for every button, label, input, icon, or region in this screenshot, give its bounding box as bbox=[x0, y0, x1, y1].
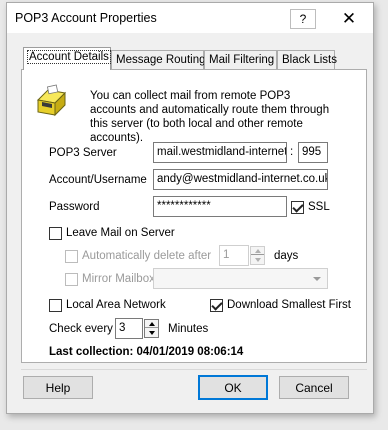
tab-message-routing[interactable]: Message Routing bbox=[111, 50, 206, 70]
lan-label: Local Area Network bbox=[66, 299, 166, 311]
help-title-button[interactable]: ? bbox=[290, 9, 316, 29]
check-every-spinner[interactable] bbox=[144, 319, 159, 338]
mirror-mailbox-select[interactable] bbox=[153, 268, 328, 289]
password-input[interactable]: ************ bbox=[153, 196, 287, 217]
ssl-label: SSL bbox=[308, 201, 330, 213]
account-username-input[interactable]: andy@westmidland-internet.co.uk bbox=[153, 169, 328, 190]
tab-label: Account Details bbox=[27, 50, 111, 64]
days-label: days bbox=[274, 250, 299, 262]
password-label: Password bbox=[49, 201, 100, 213]
ssl-checkbox[interactable] bbox=[291, 201, 304, 214]
spin-down-icon[interactable] bbox=[251, 256, 264, 264]
mirror-mailbox-label: Mirror Mailbox bbox=[82, 273, 155, 285]
leave-mail-checkbox[interactable] bbox=[49, 227, 62, 240]
last-collection-text: Last collection: 04/01/2019 08:06:14 bbox=[49, 346, 244, 358]
auto-delete-spinner[interactable] bbox=[250, 246, 265, 265]
account-username-label: Account/Username bbox=[49, 174, 147, 186]
help-button[interactable]: Help bbox=[23, 376, 93, 399]
account-details-panel: You can collect mail from remote POP3 ac… bbox=[21, 69, 367, 363]
spin-up-icon[interactable] bbox=[145, 320, 158, 328]
tab-label: Black Lists bbox=[282, 54, 337, 66]
ok-button[interactable]: OK bbox=[198, 375, 268, 400]
check-every-input[interactable]: 3 bbox=[115, 318, 143, 339]
tab-black-lists[interactable]: Black Lists bbox=[277, 50, 337, 70]
port-separator: : bbox=[290, 146, 294, 158]
pop3-properties-dialog: POP3 Account Properties ? ✕ Account Deta… bbox=[6, 2, 374, 414]
auto-delete-checkbox[interactable] bbox=[65, 250, 78, 263]
auto-delete-days-input[interactable]: 1 bbox=[219, 245, 249, 266]
check-every-label: Check every bbox=[49, 323, 113, 335]
mailbox-icon bbox=[34, 84, 68, 121]
tab-mail-filtering[interactable]: Mail Filtering bbox=[204, 50, 277, 70]
window-title: POP3 Account Properties bbox=[15, 11, 157, 25]
port-input[interactable]: 995 bbox=[298, 142, 328, 163]
footer-divider bbox=[21, 369, 367, 370]
tab-account-details[interactable]: Account Details bbox=[23, 47, 111, 70]
tab-label: Mail Filtering bbox=[209, 54, 275, 66]
pop3-server-input[interactable]: mail.westmidland-internet.co.uk bbox=[153, 142, 287, 163]
chevron-down-icon bbox=[313, 277, 321, 281]
spin-down-icon[interactable] bbox=[145, 329, 158, 337]
spin-up-icon[interactable] bbox=[251, 247, 264, 255]
pop3-server-label: POP3 Server bbox=[49, 147, 117, 159]
download-smallest-checkbox[interactable] bbox=[210, 299, 223, 312]
close-icon[interactable]: ✕ bbox=[336, 9, 362, 29]
auto-delete-label: Automatically delete after bbox=[82, 250, 212, 262]
tab-label: Message Routing bbox=[116, 54, 206, 66]
title-bar: POP3 Account Properties ? ✕ bbox=[7, 3, 373, 33]
info-text: You can collect mail from remote POP3 ac… bbox=[90, 90, 330, 144]
download-smallest-label: Download Smallest First bbox=[227, 299, 351, 311]
cancel-button[interactable]: Cancel bbox=[279, 376, 349, 399]
lan-checkbox[interactable] bbox=[49, 299, 62, 312]
mirror-mailbox-checkbox[interactable] bbox=[65, 273, 78, 286]
minutes-label: Minutes bbox=[168, 323, 209, 335]
leave-mail-label: Leave Mail on Server bbox=[66, 227, 175, 239]
